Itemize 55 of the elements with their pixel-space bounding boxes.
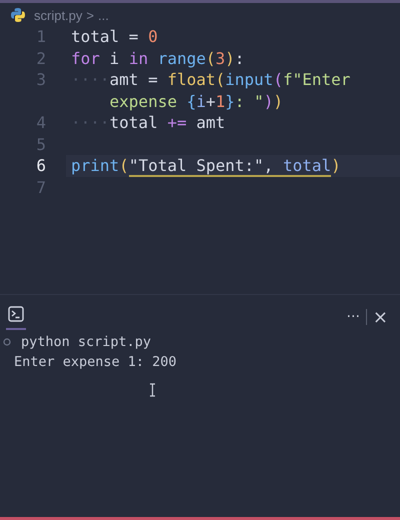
code-token: += (167, 113, 187, 132)
whitespace-dots: ···· (71, 70, 110, 90)
breadcrumb-separator: > (86, 8, 94, 22)
code-token: i (196, 92, 206, 111)
code-token: "Total Spent:", (128, 156, 283, 178)
code-token: total (71, 27, 120, 46)
code-token: : " (234, 92, 264, 111)
breadcrumb-more[interactable]: ... (98, 8, 109, 22)
line-number: 2 (35, 48, 47, 68)
terminal-tab[interactable] (6, 304, 26, 330)
terminal-icon (8, 306, 24, 322)
code-token: ) (264, 92, 274, 111)
code-token: + (206, 92, 216, 111)
code-token: ( (216, 70, 226, 90)
code-token: = (128, 27, 140, 46)
terminal-output: Enter expense 1: 200 (13, 354, 177, 370)
code-token: range (156, 48, 206, 68)
code-token: : (234, 48, 244, 68)
code-token: total (110, 113, 159, 132)
code-token: i (108, 48, 120, 68)
code-token: float (167, 70, 216, 90)
code-token: } (225, 92, 235, 111)
line-number: 6 (35, 156, 47, 176)
line-number: 7 (35, 178, 47, 197)
code-token: expense (110, 92, 178, 111)
code-token: amt (195, 113, 226, 132)
code-token: amt = (110, 70, 159, 90)
more-button[interactable]: ··· (340, 309, 366, 325)
code-token: print (71, 156, 120, 176)
code-token: in (128, 48, 148, 68)
terminal-command: python script.py (21, 334, 152, 350)
text-cursor-icon (149, 383, 156, 397)
code-token: ( (119, 156, 129, 176)
code-token: ( (273, 70, 283, 90)
file-breadcrumb[interactable]: script.py (34, 8, 82, 22)
python-icon (10, 7, 26, 23)
code-token: for (71, 48, 100, 68)
code-token: ) (273, 92, 283, 111)
line-number: 1 (35, 27, 47, 46)
circle-icon (3, 338, 11, 346)
code-token: 1 (216, 92, 226, 111)
line-number: 5 (35, 134, 47, 154)
code-token: ) (225, 48, 235, 68)
code-token: ) (331, 156, 341, 176)
close-button[interactable]: × (366, 306, 394, 328)
code-token: { (186, 92, 196, 111)
line-number: 3 (35, 70, 47, 90)
code-token: input (225, 70, 274, 90)
code-token: 3 (216, 48, 226, 68)
code-token: 0 (148, 27, 158, 46)
line-number: 4 (35, 113, 47, 132)
code-token: total (282, 156, 332, 178)
whitespace-dots: ···· (71, 113, 110, 132)
code-token: ( (206, 48, 216, 68)
code-token: f"Enter (282, 70, 350, 90)
